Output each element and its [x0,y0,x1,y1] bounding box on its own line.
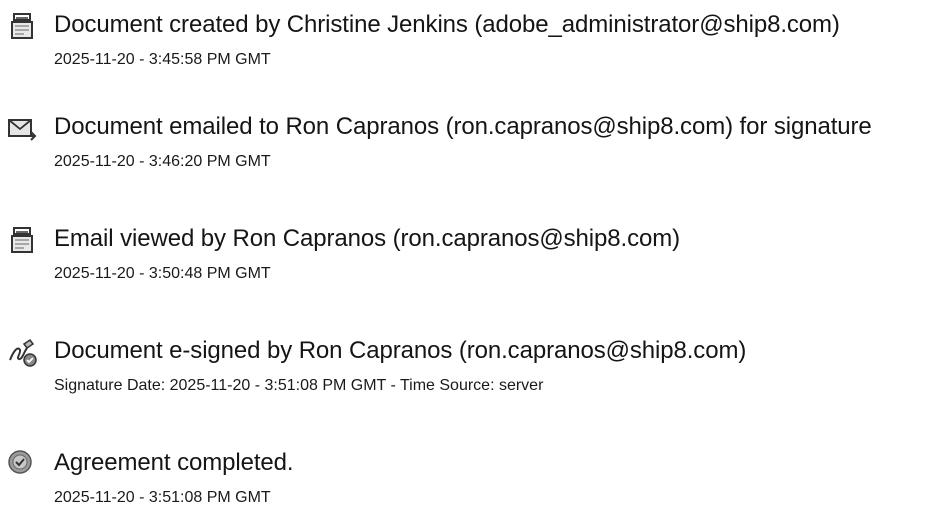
event-title: Document e-signed by Ron Capranos (ron.c… [54,337,747,364]
document-created-icon [6,10,38,42]
event-title: Agreement completed. [54,449,294,476]
audit-event-signed: Document e-signed by Ron Capranos (ron.c… [0,336,936,416]
document-emailed-icon [6,112,38,144]
event-timestamp: 2025-11-20 - 3:46:20 PM GMT [54,153,271,170]
email-viewed-icon [6,224,38,256]
document-signed-icon [6,336,38,368]
audit-event-viewed: Email viewed by Ron Capranos (ron.capran… [0,224,936,304]
event-timestamp: Signature Date: 2025-11-20 - 3:51:08 PM … [54,377,544,394]
event-title: Document emailed to Ron Capranos (ron.ca… [54,113,872,140]
event-title: Document created by Christine Jenkins (a… [54,11,840,38]
event-timestamp: 2025-11-20 - 3:51:08 PM GMT [54,489,271,506]
agreement-completed-icon [6,448,38,480]
audit-event-completed: Agreement completed. 2025-11-20 - 3:51:0… [0,448,936,515]
event-timestamp: 2025-11-20 - 3:50:48 PM GMT [54,265,271,282]
audit-event-created: Document created by Christine Jenkins (a… [0,10,936,90]
audit-event-emailed: Document emailed to Ron Capranos (ron.ca… [0,112,936,192]
event-title: Email viewed by Ron Capranos (ron.capran… [54,225,681,252]
audit-event-list: Document created by Christine Jenkins (a… [0,0,936,515]
event-timestamp: 2025-11-20 - 3:45:58 PM GMT [54,51,271,68]
